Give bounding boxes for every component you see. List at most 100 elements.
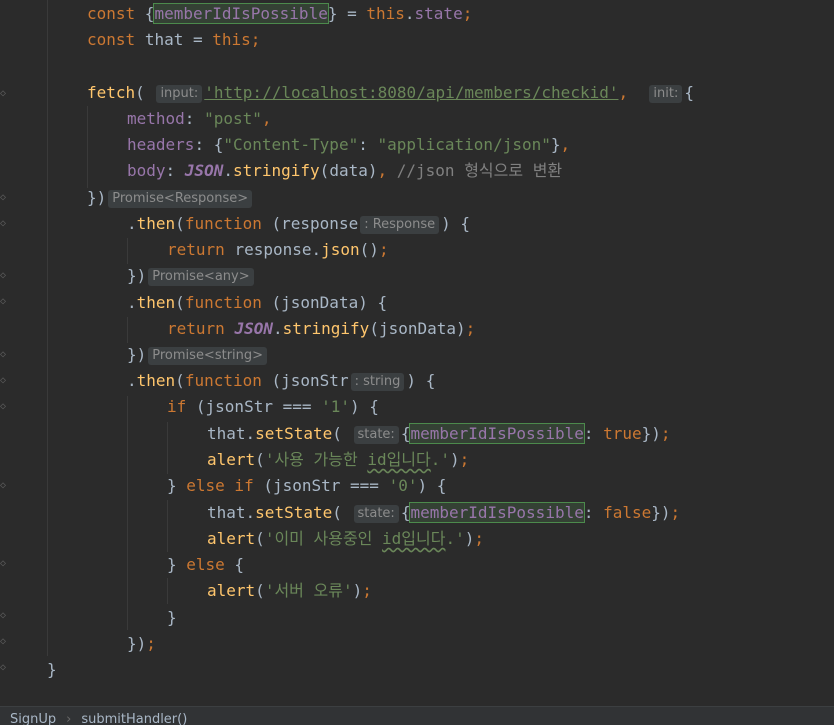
- string-literal: .': [445, 529, 465, 548]
- keyword: function: [184, 293, 262, 312]
- fold-icon[interactable]: ◇: [0, 401, 8, 413]
- string-literal: .': [430, 450, 451, 469]
- identifier: response.: [234, 240, 322, 259]
- indent-guide: [127, 238, 128, 264]
- code-line[interactable]: const that = this;: [87, 27, 260, 53]
- string-literal: '사용 가능한: [264, 450, 368, 469]
- keyword: this: [366, 4, 405, 23]
- function-name: setState: [255, 424, 333, 443]
- parameter-hint: state:: [353, 426, 399, 444]
- string-literal: id입니다: [367, 450, 431, 469]
- string-literal: 'http://localhost:8080/api/members/check…: [204, 83, 619, 102]
- code-line[interactable]: alert('사용 가능한 id입니다.');: [207, 447, 469, 473]
- code-line[interactable]: }) Promise<Response>: [87, 185, 254, 211]
- parameter-hint: input:: [156, 85, 203, 103]
- keyword: function: [184, 214, 262, 233]
- string-literal: '0': [388, 476, 418, 495]
- fold-icon[interactable]: ◇: [0, 296, 8, 308]
- string-literal: id입니다: [382, 529, 446, 548]
- fold-icon[interactable]: ◇: [0, 636, 8, 648]
- code-line[interactable]: fetch( input:'http://localhost:8080/api/…: [87, 80, 694, 106]
- identifier: jsonStr ===: [272, 476, 389, 495]
- property: body: [127, 161, 166, 180]
- identifier: jsonData: [378, 319, 457, 338]
- code-line[interactable]: headers: {"Content-Type": "application/j…: [127, 132, 570, 158]
- identifier: response: [281, 214, 359, 233]
- indent-guide: [47, 0, 48, 656]
- function-name: setState: [255, 503, 333, 522]
- string-literal: '서버 오류': [264, 581, 353, 600]
- identifier: that: [144, 30, 184, 49]
- type-hint: Promise<Response>: [108, 190, 253, 208]
- parameter-hint: init:: [649, 85, 683, 103]
- function-name: stringify: [232, 161, 320, 180]
- code-line[interactable]: .then(function (response: Response) {: [127, 211, 470, 237]
- code-line[interactable]: }) Promise<any>: [127, 263, 256, 289]
- code-line[interactable]: .then(function (jsonData) {: [127, 290, 387, 316]
- fold-icon[interactable]: ◇: [0, 558, 8, 570]
- fold-icon[interactable]: ◇: [0, 480, 8, 492]
- code-line[interactable]: body: JSON.stringify(data), //json 형식으로 …: [127, 158, 562, 184]
- function-name: then: [136, 371, 176, 390]
- indent-guide: [167, 578, 168, 604]
- fold-icon[interactable]: ◇: [0, 375, 8, 387]
- identifier: that.: [207, 503, 256, 522]
- fold-icon[interactable]: ◇: [0, 88, 8, 100]
- string-literal: '이미 사용중인: [264, 529, 383, 548]
- highlighted-identifier: memberIdIsPossible: [153, 3, 329, 24]
- code-line[interactable]: });: [127, 631, 156, 657]
- function-name: then: [136, 293, 176, 312]
- code-line[interactable]: const {memberIdIsPossible} = this.state;: [87, 1, 472, 27]
- code-line[interactable]: return JSON.stringify(jsonData);: [167, 316, 475, 342]
- identifier: jsonData: [281, 293, 359, 312]
- code-editor[interactable]: ◇ ◇ ◇ ◇ ◇ ◇ ◇ ◇ ◇ ◇ ◇ ◇ ◇ const {memberI…: [0, 0, 834, 706]
- fold-icon[interactable]: ◇: [0, 662, 8, 674]
- breadcrumb-item-submithandler[interactable]: submitHandler(): [81, 712, 187, 725]
- type-hint: : Response: [360, 216, 440, 234]
- string-literal: "Content-Type": [223, 135, 359, 154]
- code-line[interactable]: } else {: [167, 552, 244, 578]
- string-literal: '1': [321, 397, 351, 416]
- fold-icon[interactable]: ◇: [0, 192, 8, 204]
- string-literal: "application/json": [377, 135, 551, 154]
- code-line[interactable]: } else if (jsonStr === '0') {: [167, 473, 446, 499]
- breadcrumb-item-signup[interactable]: SignUp: [10, 712, 56, 725]
- code-line[interactable]: that.setState( state: {memberIdIsPossible…: [207, 500, 680, 526]
- code-line[interactable]: return response.json();: [167, 237, 389, 263]
- code-line[interactable]: }: [47, 657, 57, 683]
- code-line[interactable]: method: "post",: [127, 106, 272, 132]
- keyword: this: [212, 30, 251, 49]
- highlighted-identifier: memberIdIsPossible: [409, 502, 585, 523]
- keyword: const: [87, 30, 136, 49]
- fold-icon[interactable]: ◇: [0, 270, 8, 282]
- indent-guide: [87, 106, 88, 188]
- fold-icon[interactable]: ◇: [0, 610, 8, 622]
- fold-icon[interactable]: ◇: [0, 218, 8, 230]
- function-name: fetch: [87, 83, 136, 102]
- function-name: alert: [207, 450, 256, 469]
- function-name: stringify: [282, 319, 370, 338]
- property: headers: [127, 135, 195, 154]
- indent-guide: [127, 317, 128, 343]
- type-hint: : string: [350, 373, 405, 391]
- global-object: JSON: [184, 161, 224, 180]
- code-line[interactable]: }: [167, 605, 177, 631]
- comment: //json 형식으로 변환: [396, 161, 563, 180]
- code-line[interactable]: alert('이미 사용중인 id입니다.');: [207, 526, 484, 552]
- identifier: that.: [207, 424, 256, 443]
- code-line[interactable]: alert('서버 오류');: [207, 578, 372, 604]
- breadcrumb: SignUp › submitHandler(): [0, 706, 834, 725]
- function-name: json: [321, 240, 360, 259]
- keyword: const: [87, 4, 136, 23]
- indent-guide: [167, 500, 168, 552]
- property: state: [414, 4, 463, 23]
- code-line[interactable]: .then(function (jsonStr: string) {: [127, 368, 435, 394]
- code-line[interactable]: }) Promise<string>: [127, 342, 269, 368]
- fold-icon[interactable]: ◇: [0, 349, 8, 361]
- type-hint: Promise<any>: [148, 268, 254, 286]
- identifier: jsonStr: [281, 371, 349, 390]
- indent-guide: [127, 396, 128, 630]
- identifier: data: [329, 161, 368, 180]
- code-line[interactable]: if (jsonStr === '1') {: [167, 394, 379, 420]
- code-line[interactable]: that.setState( state: {memberIdIsPossible…: [207, 421, 671, 447]
